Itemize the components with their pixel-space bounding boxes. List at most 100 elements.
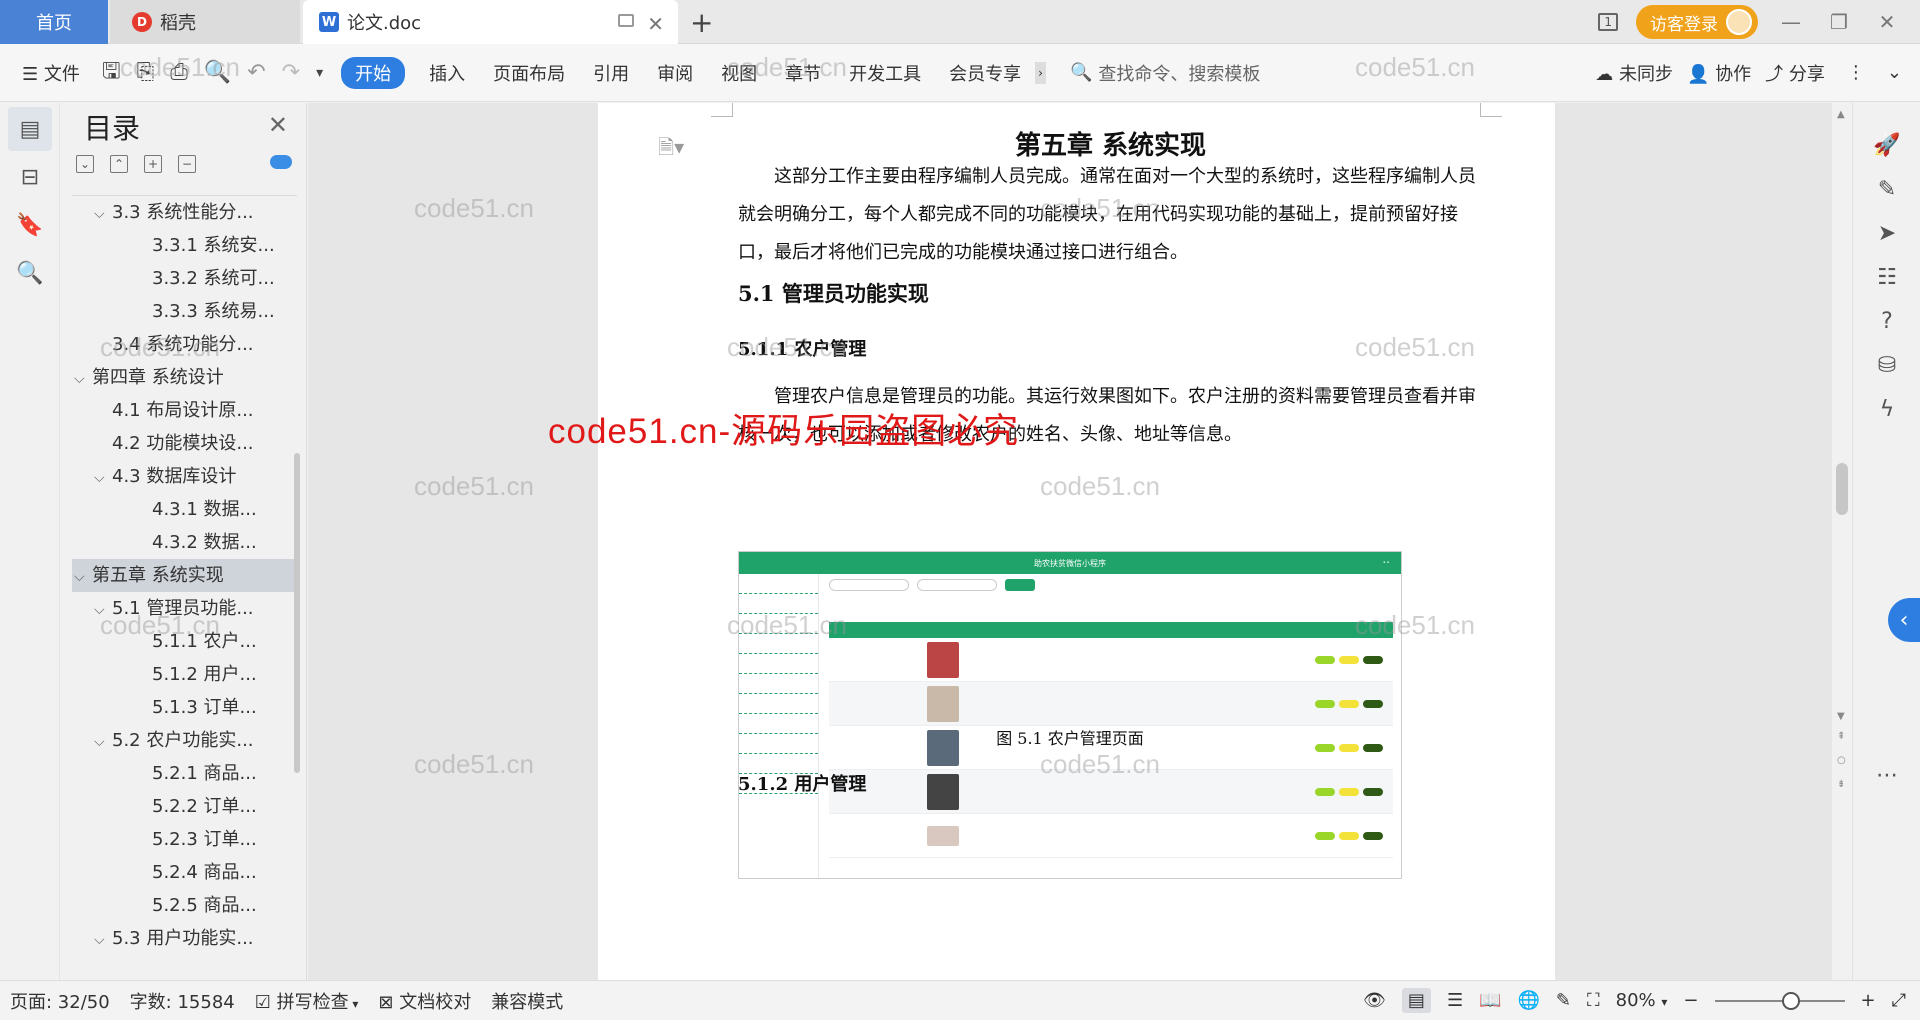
- chevron-down-icon[interactable]: ⌵: [94, 726, 112, 757]
- cursor-icon[interactable]: ➤: [1853, 211, 1920, 255]
- minimize-icon[interactable]: —: [1776, 10, 1806, 34]
- toc-item[interactable]: 5.1.3 订单...: [72, 691, 297, 724]
- chevron-down-icon[interactable]: ⌵: [94, 594, 112, 625]
- proofread-button[interactable]: ⊠ 文档校对: [368, 988, 481, 1014]
- toc-item[interactable]: 4.2 功能模块设...: [72, 427, 297, 460]
- write-mode-icon[interactable]: ✎: [1556, 990, 1571, 1011]
- more-menus-icon[interactable]: ›: [1035, 61, 1046, 84]
- menu-insert[interactable]: 插入: [415, 60, 479, 86]
- page-indicator-icon[interactable]: 1: [1598, 13, 1618, 31]
- spell-check-button[interactable]: ☑ 拼写检查 ▾: [245, 988, 369, 1014]
- close-window-icon[interactable]: ✕: [1872, 10, 1902, 34]
- remove-heading-icon[interactable]: −: [178, 155, 196, 173]
- toc-icon[interactable]: ▤: [8, 107, 52, 151]
- toc-item[interactable]: ⌵ 4.3 数据库设计: [72, 460, 297, 493]
- toc-item[interactable]: 5.2.2 订单...: [72, 790, 297, 823]
- next-page-icon[interactable]: ⇟: [1837, 779, 1845, 790]
- rocket-icon[interactable]: 🚀: [1853, 123, 1920, 167]
- toc-scrollbar[interactable]: [294, 453, 300, 773]
- more-horizontal-icon[interactable]: ⋯: [1853, 753, 1920, 797]
- file-menu[interactable]: ☰ 文件: [0, 60, 94, 86]
- toc-item[interactable]: 5.2.4 商品...: [72, 856, 297, 889]
- document-scrollbar[interactable]: ▲ ▼ ⇞ ○ ⇟: [1832, 103, 1852, 980]
- navigation-icon[interactable]: ⊟: [8, 155, 52, 199]
- page-view-icon[interactable]: ▤: [1401, 988, 1431, 1013]
- zoom-slider-knob[interactable]: [1781, 991, 1800, 1010]
- toc-item[interactable]: 5.2.5 商品...: [72, 889, 297, 922]
- more-icon[interactable]: ⋮: [1839, 62, 1873, 83]
- toc-item[interactable]: 3.4 系统功能分...: [72, 328, 297, 361]
- eye-protection-icon[interactable]: 👁: [1363, 990, 1386, 1011]
- toc-item[interactable]: ⌵ 第四章 系统设计: [72, 361, 297, 394]
- toc-item[interactable]: ⌵ 5.1 管理员功能...: [72, 592, 297, 625]
- chevron-down-icon[interactable]: ▾: [308, 65, 331, 81]
- monitor-icon[interactable]: [618, 14, 634, 27]
- toc-item[interactable]: 4.1 布局设计原...: [72, 394, 297, 427]
- undo-icon[interactable]: ↶: [239, 60, 273, 85]
- toc-item[interactable]: ⌵ 3.3 系统性能分...: [72, 196, 297, 229]
- scroll-down-icon[interactable]: ▼: [1837, 711, 1845, 722]
- cloud-doc-icon[interactable]: ⛁: [1853, 343, 1920, 387]
- expand-all-icon[interactable]: ⌃: [110, 155, 128, 173]
- menu-reference[interactable]: 引用: [579, 60, 643, 86]
- close-tab-icon[interactable]: ✕: [647, 12, 664, 36]
- page-dot-icon[interactable]: ○: [1837, 755, 1846, 766]
- zoom-select[interactable]: 80% ▾: [1616, 990, 1668, 1011]
- menu-page-layout[interactable]: 页面布局: [479, 60, 579, 86]
- chevron-down-icon[interactable]: ⌵: [94, 924, 112, 955]
- menu-review[interactable]: 审阅: [643, 60, 707, 86]
- chevron-down-icon[interactable]: ⌵: [94, 198, 112, 229]
- restore-icon[interactable]: ❐: [1824, 10, 1854, 34]
- share-button[interactable]: ⤴ 分享: [1765, 60, 1825, 86]
- help-icon[interactable]: ?: [1853, 299, 1920, 343]
- pen-icon[interactable]: ✎: [1853, 167, 1920, 211]
- toc-item[interactable]: 5.2.3 订单...: [72, 823, 297, 856]
- export-icon[interactable]: ⎘: [129, 60, 163, 85]
- menu-chapter[interactable]: 章节: [771, 60, 835, 86]
- zoom-out-icon[interactable]: −: [1683, 990, 1698, 1011]
- save-icon[interactable]: 🖫: [94, 54, 129, 92]
- toc-item[interactable]: 3.3.2 系统可...: [72, 262, 297, 295]
- fullscreen-icon[interactable]: ⤢: [1892, 990, 1906, 1011]
- menu-view[interactable]: 视图: [707, 60, 771, 86]
- lightning-icon[interactable]: ϟ: [1853, 387, 1920, 431]
- reading-view-icon[interactable]: 📖: [1479, 990, 1501, 1011]
- toc-item[interactable]: 5.2.1 商品...: [72, 757, 297, 790]
- collab-button[interactable]: 👤 协作: [1687, 60, 1751, 86]
- prev-page-icon[interactable]: ⇞: [1837, 731, 1845, 742]
- menu-start[interactable]: 开始: [341, 56, 406, 89]
- chevron-down-icon[interactable]: ⌵: [74, 561, 92, 592]
- zoom-in-icon[interactable]: +: [1861, 990, 1876, 1011]
- tab-home[interactable]: 首页: [0, 0, 108, 44]
- redo-icon[interactable]: ↷: [274, 60, 308, 85]
- toc-item[interactable]: ⌵ 第五章 系统实现: [72, 559, 297, 592]
- toc-item[interactable]: 4.3.2 数据...: [72, 526, 297, 559]
- toc-item[interactable]: 3.3.1 系统安...: [72, 229, 297, 262]
- sync-button[interactable]: ☁ 未同步: [1595, 60, 1673, 86]
- find-icon[interactable]: 🔍: [8, 251, 52, 295]
- guest-login-button[interactable]: 访客登录: [1636, 5, 1758, 39]
- chevron-down-icon[interactable]: ⌵: [94, 462, 112, 493]
- toc-item[interactable]: 3.3.3 系统易...: [72, 295, 297, 328]
- toc-item[interactable]: ⌵ 5.3 用户功能实...: [72, 922, 297, 955]
- outline-view-icon[interactable]: ☰: [1447, 990, 1463, 1011]
- scroll-thumb[interactable]: [1836, 463, 1848, 515]
- menu-member[interactable]: 会员专享: [935, 60, 1035, 86]
- tab-daoke[interactable]: D 稻壳: [110, 0, 300, 44]
- close-icon[interactable]: ✕: [268, 111, 288, 139]
- toc-item[interactable]: 5.1.1 农户...: [72, 625, 297, 658]
- toc-item[interactable]: 4.3.1 数据...: [72, 493, 297, 526]
- print-preview-icon[interactable]: 🔍: [196, 60, 239, 85]
- web-view-icon[interactable]: 🌐: [1518, 990, 1540, 1011]
- collapse-ribbon-icon[interactable]: ⌄: [1887, 62, 1902, 83]
- add-heading-icon[interactable]: +: [144, 155, 162, 173]
- fit-page-icon[interactable]: ⛶: [1587, 990, 1600, 1011]
- chevron-down-icon[interactable]: ⌵: [74, 363, 92, 394]
- zoom-slider[interactable]: [1714, 991, 1845, 1010]
- tab-document[interactable]: W 论文.doc ✕: [303, 0, 678, 44]
- collapse-all-icon[interactable]: ⌄: [76, 155, 94, 173]
- scroll-up-icon[interactable]: ▲: [1837, 109, 1845, 120]
- menu-dev-tools[interactable]: 开发工具: [835, 60, 935, 86]
- word-count[interactable]: 字数: 15584: [120, 988, 245, 1014]
- print-icon[interactable]: ⎙: [162, 60, 196, 85]
